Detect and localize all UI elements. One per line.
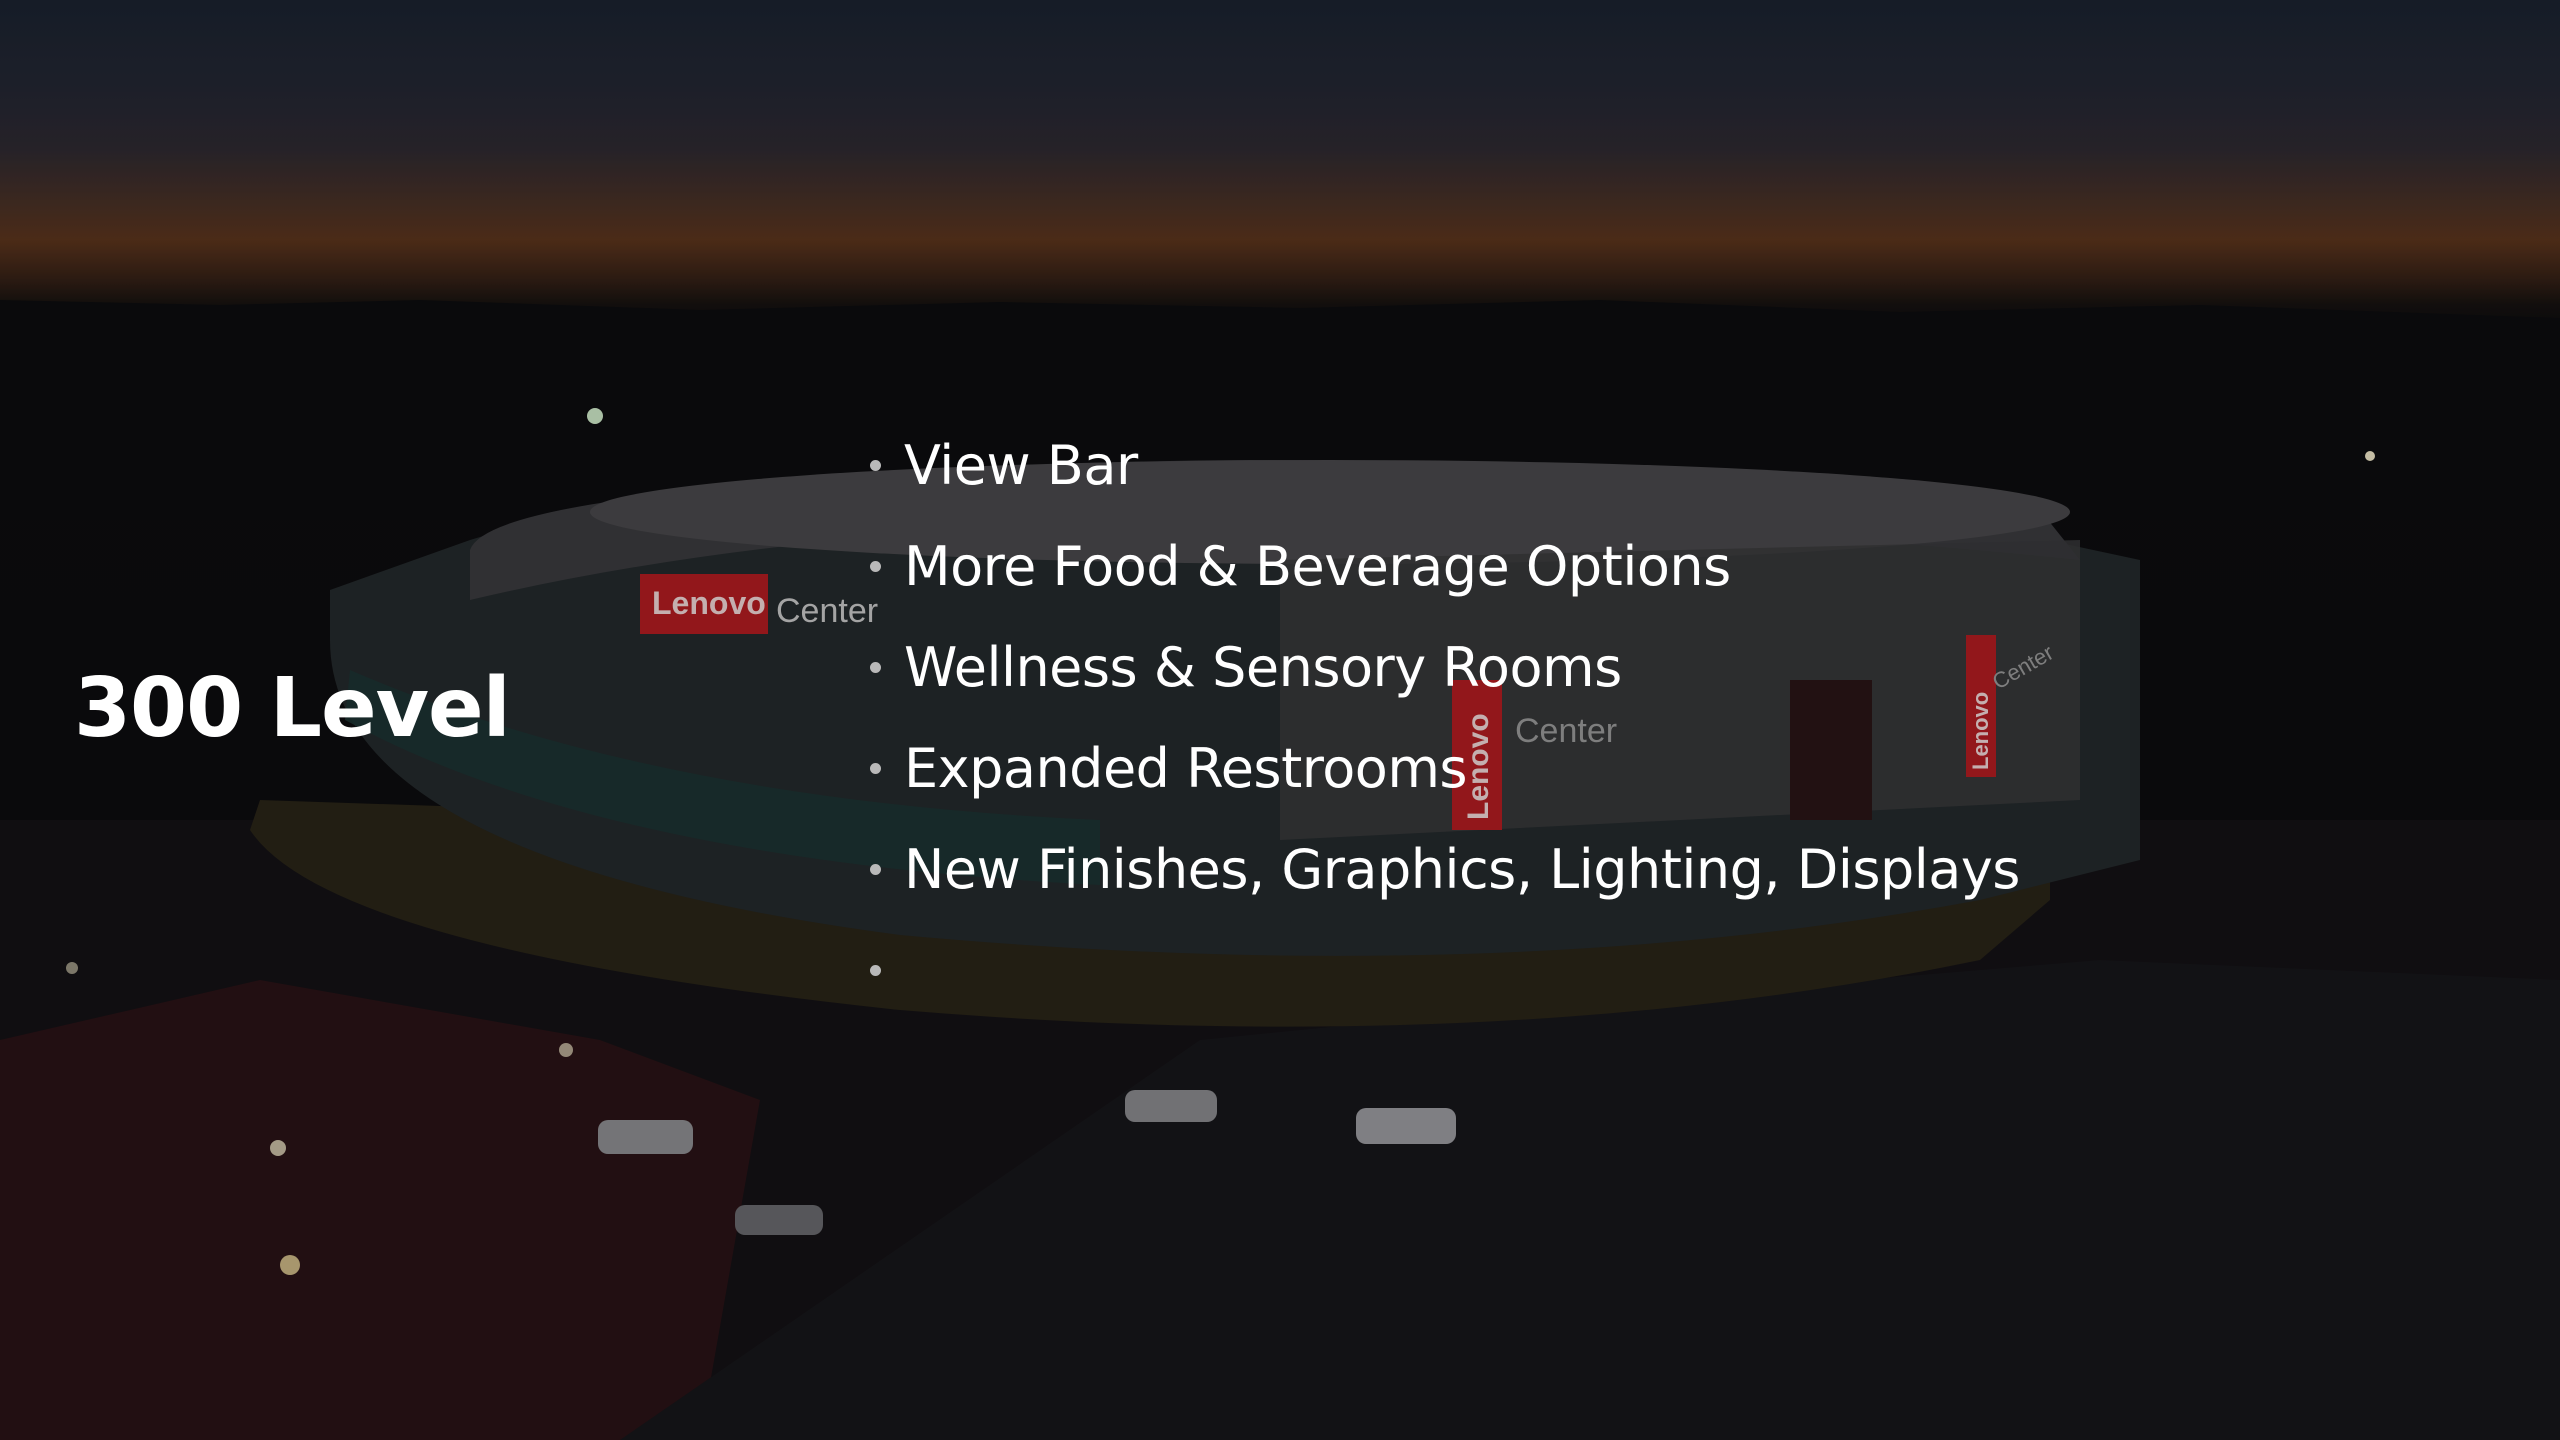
bullet-text: Expanded Restrooms	[904, 737, 1468, 800]
bullet-list: View Bar More Food & Beverage Options We…	[866, 430, 2020, 1036]
bullet-item: Expanded Restrooms	[866, 733, 2020, 834]
bullet-dot-icon	[870, 460, 881, 471]
bullet-dot-icon	[870, 662, 881, 673]
bullet-dot-icon	[870, 965, 881, 976]
bullet-text: More Food & Beverage Options	[904, 535, 1731, 598]
bullet-item: More Food & Beverage Options	[866, 531, 2020, 632]
bullet-item: Wellness & Sensory Rooms	[866, 632, 2020, 733]
bullet-text: Wellness & Sensory Rooms	[904, 636, 1622, 699]
slide-title: 300 Level	[74, 661, 511, 756]
bullet-item: View Bar	[866, 430, 2020, 531]
bullet-text: New Finishes, Graphics, Lighting, Displa…	[904, 838, 2020, 901]
bullet-dot-icon	[870, 561, 881, 572]
bullet-dot-icon	[870, 763, 881, 774]
bullet-dot-icon	[870, 864, 881, 875]
bullet-item	[866, 935, 2020, 1036]
bullet-item: New Finishes, Graphics, Lighting, Displa…	[866, 834, 2020, 935]
bullet-text: View Bar	[904, 434, 1138, 497]
slide: Lenovo Center Lenovo Center Lenovo Cente…	[0, 0, 2560, 1440]
